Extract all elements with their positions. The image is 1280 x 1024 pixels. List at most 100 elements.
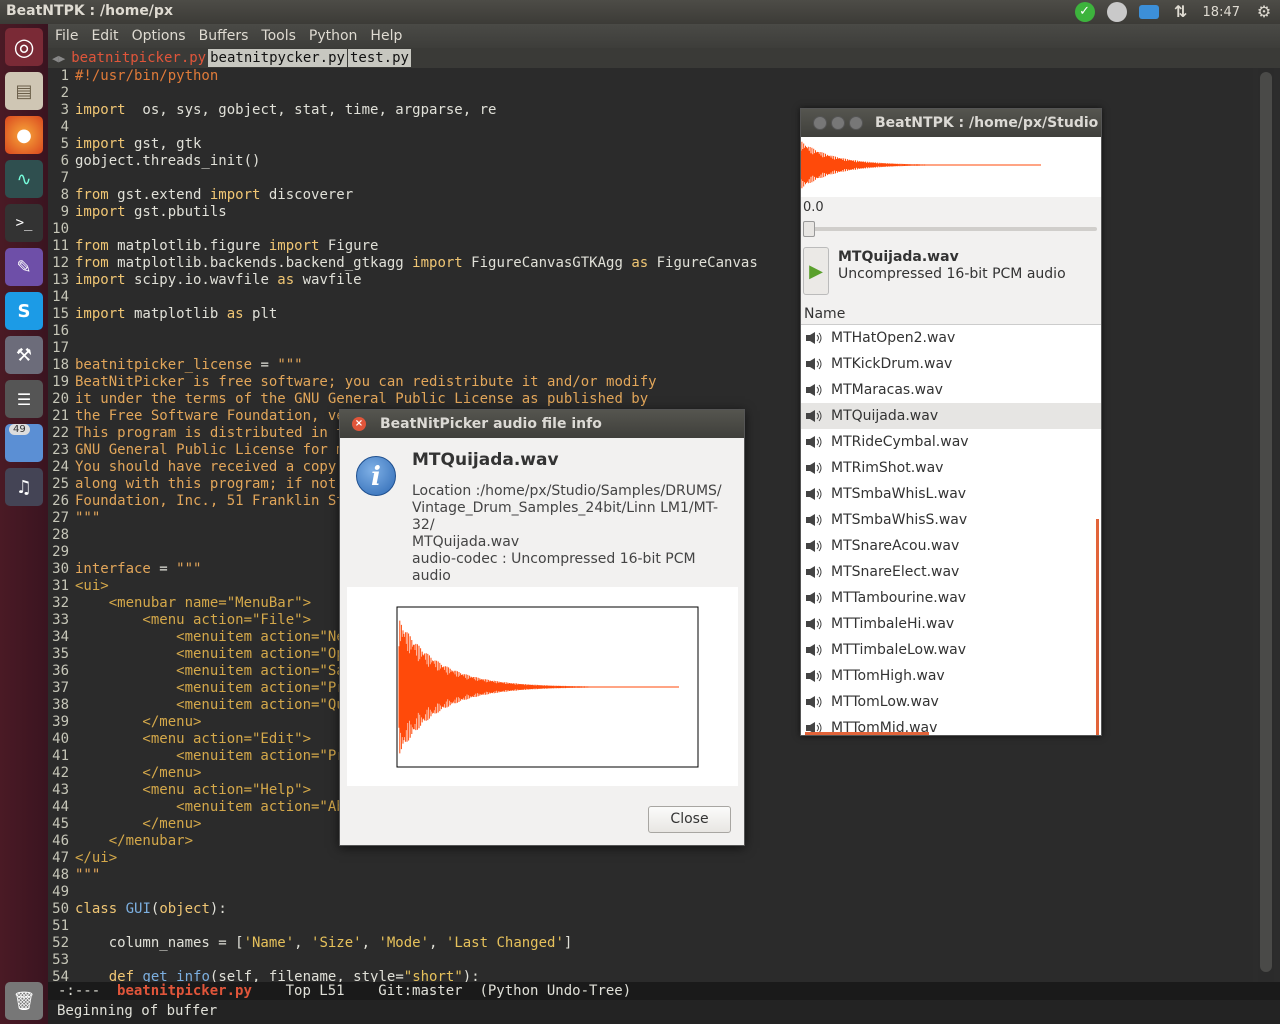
menu-file[interactable]: File <box>49 28 84 44</box>
dialog-titlebar[interactable]: × BeatNitPicker audio file info <box>340 410 744 438</box>
file-list[interactable]: MTHatOpen2.wav MTKickDrum.wav MTMaracas.wa… <box>801 325 1101 735</box>
play-button[interactable]: ▶ <box>803 247 829 295</box>
menu-options[interactable]: Options <box>126 28 192 44</box>
network-icon[interactable] <box>1106 2 1127 22</box>
play-icon: ▶ <box>809 260 823 282</box>
code-line[interactable]: 53 <box>48 952 1253 969</box>
editor-scrollbar[interactable] <box>1258 68 1274 983</box>
menu-python[interactable]: Python <box>303 28 364 44</box>
speaker-icon <box>805 617 823 631</box>
update-check-icon[interactable]: ✓ <box>1074 2 1095 22</box>
file-list-item[interactable]: MTSmbaWhisL.wav <box>801 481 1101 507</box>
mixer-sliders-icon[interactable]: ☰ <box>5 380 43 418</box>
mail-client-icon[interactable]: 49 <box>5 424 43 462</box>
slider-knob[interactable] <box>803 221 815 237</box>
code-line[interactable]: 52 column_names = ['Name', 'Size', 'Mode… <box>48 935 1253 952</box>
menu-help[interactable]: Help <box>364 28 408 44</box>
skype-icon[interactable]: S <box>5 292 43 330</box>
line-text: def get_info(self, filename, style="shor… <box>108 969 480 983</box>
code-line[interactable]: 51 <box>48 918 1253 935</box>
file-list-item[interactable]: MTTimbaleHi.wav <box>801 611 1101 637</box>
maximize-window-icon[interactable] <box>849 116 863 130</box>
file-list-item[interactable]: MTRideCymbal.wav <box>801 429 1101 455</box>
line-number: 26 <box>52 493 69 509</box>
settings-tools-icon[interactable]: ⚒ <box>5 336 43 374</box>
player-file-name: MTQuijada.wav <box>838 249 959 265</box>
line-text: </menu> <box>75 816 202 832</box>
close-window-icon[interactable] <box>813 116 827 130</box>
position-slider[interactable] <box>807 227 1097 231</box>
file-list-item[interactable]: MTKickDrum.wav <box>801 351 1101 377</box>
line-number: 10 <box>52 221 69 237</box>
line-number: 43 <box>52 782 69 798</box>
code-line[interactable]: 49 <box>48 884 1253 901</box>
music-player-icon[interactable]: ♫ <box>5 468 43 506</box>
code-line[interactable]: 50 class GUI(object): <box>48 901 1253 918</box>
terminal-icon[interactable]: >_ <box>5 204 43 242</box>
clock[interactable]: 18:47 <box>1203 5 1240 20</box>
code-line[interactable]: 1 #!/usr/bin/python <box>48 68 1253 85</box>
line-text: </ui> <box>75 850 118 866</box>
column-header-name[interactable]: Name <box>801 303 1101 325</box>
menu-buffers[interactable]: Buffers <box>193 28 255 44</box>
line-text: <menu action="Edit"> <box>75 731 312 747</box>
file-info-dialog: × BeatNitPicker audio file info i MTQuij… <box>339 409 745 846</box>
file-list-item[interactable]: MTMaracas.wav <box>801 377 1101 403</box>
tab-beatnitpycker[interactable]: beatnitpycker.py <box>208 49 347 67</box>
code-line[interactable]: 47 </ui> <box>48 850 1253 867</box>
files-icon[interactable]: ▤ <box>5 72 43 110</box>
settings-gear-icon[interactable]: ⚙ <box>1254 2 1274 22</box>
file-list-item[interactable]: MTSnareElect.wav <box>801 559 1101 585</box>
modeline-prefix: -:--- <box>58 983 118 999</box>
file-name: MTHatOpen2.wav <box>831 330 956 346</box>
mail-icon[interactable] <box>1138 5 1159 19</box>
file-list-item[interactable]: MTTimbaleLow.wav <box>801 637 1101 663</box>
file-list-item[interactable]: MTHatOpen2.wav <box>801 325 1101 351</box>
minibuffer[interactable]: Beginning of buffer <box>48 1000 1280 1024</box>
dialog-close-icon[interactable]: × <box>352 417 366 431</box>
line-text: """ <box>75 510 101 526</box>
line-text: <menuitem action="New"/> <box>75 629 379 645</box>
file-list-item[interactable]: MTTomLow.wav <box>801 689 1101 715</box>
tab-bar: ◀▶ beatnitpicker.py beatnitpycker.py tes… <box>48 48 1280 68</box>
file-list-item[interactable]: MTSnareAcou.wav <box>801 533 1101 559</box>
minimize-window-icon[interactable] <box>831 116 845 130</box>
dialog-details: Location :/home/px/Studio/Samples/DRUMS/… <box>412 483 738 585</box>
close-button[interactable]: Close <box>648 806 731 833</box>
code-line[interactable]: 48 """ <box>48 867 1253 884</box>
speaker-icon <box>805 565 823 579</box>
tab-beatnitpicker[interactable]: beatnitpicker.py <box>69 49 209 67</box>
code-line[interactable]: 54 def get_info(self, filename, style="s… <box>48 969 1253 983</box>
system-monitor-icon[interactable]: ∿ <box>5 160 43 198</box>
line-text: <menu action="Help"> <box>75 782 312 798</box>
file-list-item[interactable]: MTTomHigh.wav <box>801 663 1101 689</box>
file-list-item[interactable]: MTQuijada.wav <box>801 403 1101 429</box>
transfer-arrows-icon[interactable]: ⇅ <box>1171 2 1191 22</box>
file-list-item[interactable]: MTTambourine.wav <box>801 585 1101 611</box>
trash-icon[interactable]: 🗑 <box>5 982 43 1020</box>
list-hscrollbar[interactable] <box>805 732 929 735</box>
tab-scroll-left-icon[interactable]: ◀▶ <box>48 52 69 65</box>
player-waveform[interactable] <box>800 137 1101 197</box>
list-scrollbar[interactable] <box>1096 519 1099 735</box>
line-number: 24 <box>52 459 69 475</box>
menu-tools[interactable]: Tools <box>255 28 302 44</box>
location-line-1: Location :/home/px/Studio/Samples/DRUMS/ <box>412 483 722 499</box>
menu-edit[interactable]: Edit <box>85 28 124 44</box>
speaker-icon <box>805 669 823 683</box>
tab-test[interactable]: test.py <box>347 49 411 67</box>
firefox-icon[interactable]: ● <box>5 116 43 154</box>
text-editor-icon[interactable]: ✎ <box>5 248 43 286</box>
scrollbar-thumb[interactable] <box>1260 72 1272 972</box>
dash-home-icon[interactable]: ◎ <box>5 28 43 66</box>
line-number: 35 <box>52 646 69 662</box>
speaker-icon <box>805 331 823 345</box>
file-list-item[interactable]: MTRimShot.wav <box>801 455 1101 481</box>
line-number: 37 <box>52 680 69 696</box>
player-titlebar[interactable]: BeatNTPK : /home/px/Studio <box>801 109 1101 137</box>
code-line[interactable]: 2 <box>48 85 1253 102</box>
file-list-item[interactable]: MTSmbaWhisS.wav <box>801 507 1101 533</box>
line-number: 28 <box>52 527 69 543</box>
launcher: ◎ ▤ ● ∿ >_ ✎ S ⚒ ☰ 49 ♫ 🗑 <box>0 24 48 1024</box>
line-text: class GUI(object): <box>75 901 227 917</box>
